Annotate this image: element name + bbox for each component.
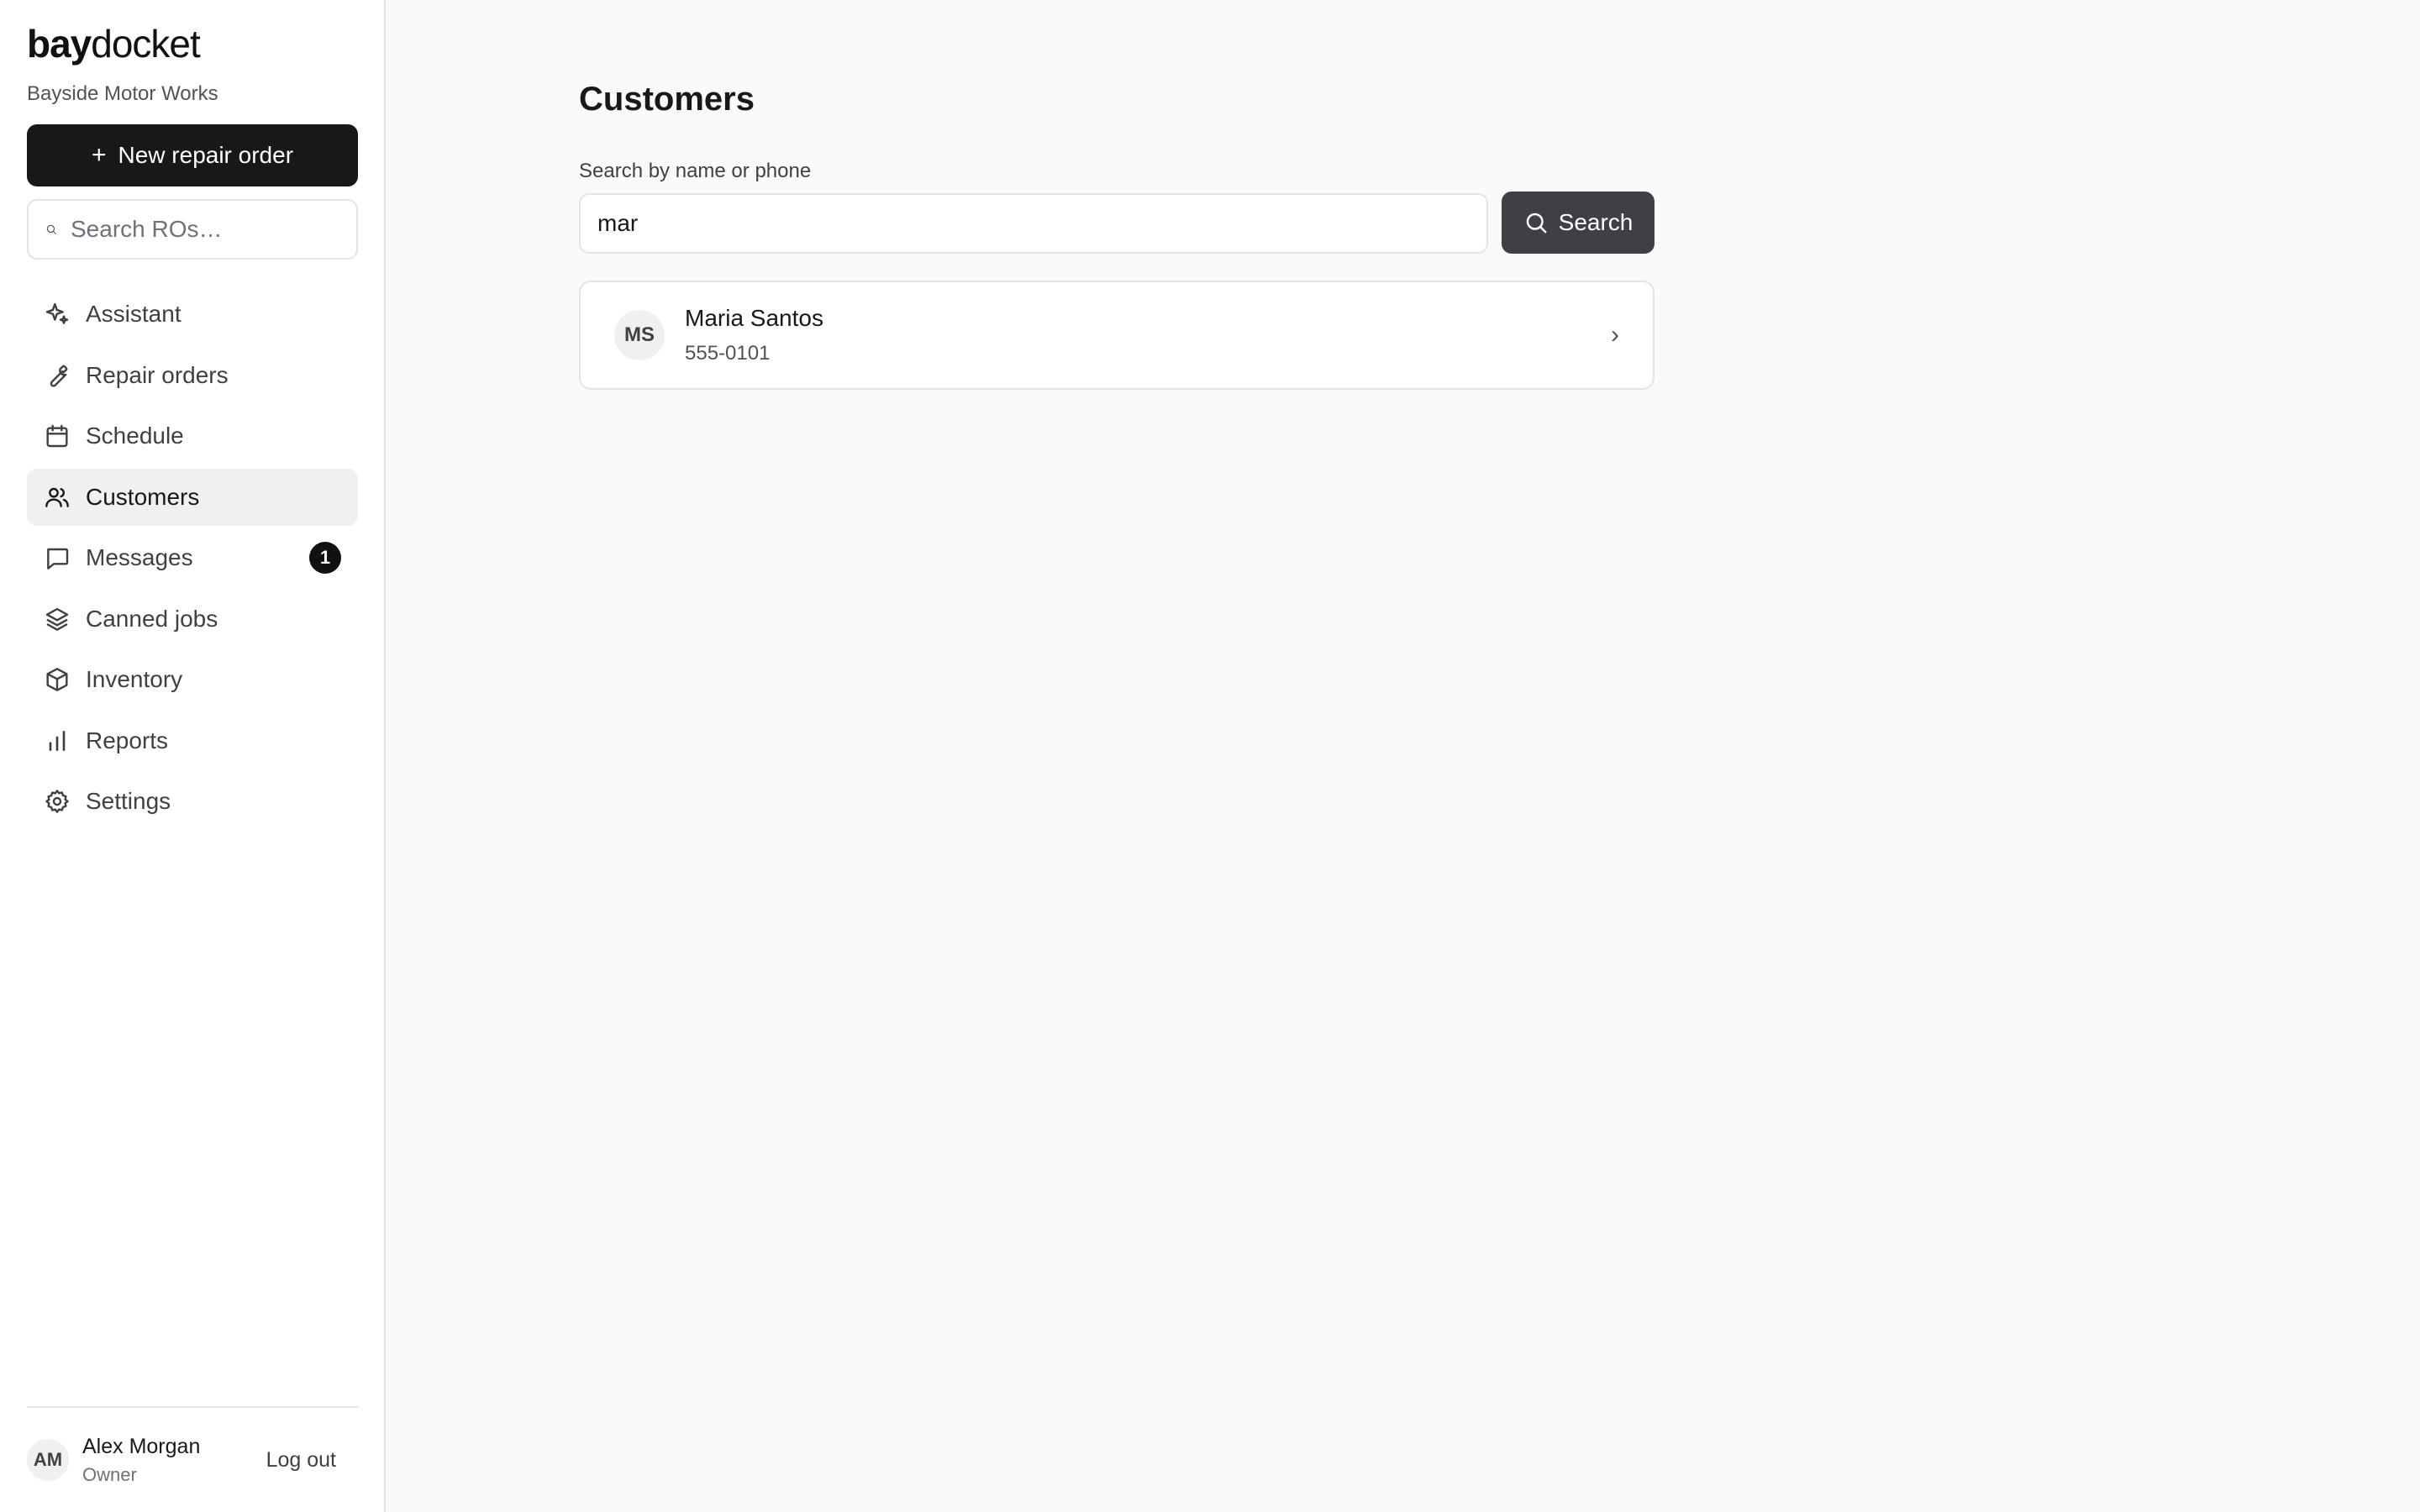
search-label: Search by name or phone <box>579 160 812 182</box>
sidebar-item-label: Customers <box>86 483 200 510</box>
sidebar-item-label: Messages <box>86 544 193 570</box>
bar-chart-icon <box>49 730 66 751</box>
customer-row[interactable]: MS Maria Santos 555-0101 › <box>581 282 1653 388</box>
message-icon <box>47 548 69 570</box>
sparkle-icon <box>45 302 69 324</box>
search-icon <box>46 224 56 234</box>
user-name: Alex Morgan <box>82 1434 201 1458</box>
layers-icon <box>45 607 69 631</box>
sidebar-item-label: Schedule <box>86 423 184 449</box>
main-content: Customers Search by name or phone Search… <box>386 0 2420 1512</box>
sidebar-item-label: Reports <box>86 727 169 753</box>
logout-button[interactable]: Log out <box>266 1448 336 1473</box>
customer-name: Maria Santos <box>685 305 823 331</box>
brand-light: docket <box>91 22 201 66</box>
sidebar-nav: Assistant Repair orders Schedule Custome… <box>27 286 358 834</box>
user-role: Owner <box>82 1463 137 1485</box>
sidebar-item-schedule[interactable]: Schedule <box>27 407 358 465</box>
brand-logo[interactable]: baydocket <box>27 20 201 67</box>
user-info: Alex Morgan Owner <box>82 1435 200 1486</box>
ro-search-input[interactable] <box>71 216 339 243</box>
sidebar-item-label: Settings <box>86 788 171 814</box>
plus-icon: + <box>91 141 107 169</box>
customer-phone: 555-0101 <box>685 342 771 365</box>
customer-info: Maria Santos 555-0101 <box>685 305 823 365</box>
customer-results-list: MS Maria Santos 555-0101 › <box>579 281 1655 390</box>
sidebar-item-messages[interactable]: Messages 1 <box>27 529 358 586</box>
shop-name: Bayside Motor Works <box>27 82 218 105</box>
wrench-icon <box>50 364 68 387</box>
sidebar: baydocket Bayside Motor Works + New repa… <box>0 0 386 1512</box>
brand-bold: bay <box>27 22 92 66</box>
customer-avatar: MS <box>614 310 665 360</box>
users-icon <box>45 487 69 507</box>
new-repair-order-button[interactable]: + New repair order <box>27 124 358 186</box>
ro-search-box[interactable] <box>27 199 358 260</box>
unread-badge: 1 <box>309 542 341 574</box>
customer-search-input[interactable] <box>579 193 1488 254</box>
sidebar-item-label: Repair orders <box>86 361 229 388</box>
sidebar-item-label: Inventory <box>86 666 183 692</box>
search-icon <box>1526 213 1547 234</box>
sidebar-item-repair-orders[interactable]: Repair orders <box>27 347 358 404</box>
app-shell: baydocket Bayside Motor Works + New repa… <box>0 0 2420 1512</box>
sidebar-item-settings[interactable]: Settings <box>27 773 358 830</box>
chevron-right-icon: › <box>1611 321 1619 349</box>
sidebar-item-assistant[interactable]: Assistant <box>27 286 358 343</box>
gear-icon <box>45 790 69 813</box>
user-avatar: AM <box>27 1439 69 1481</box>
sidebar-item-reports[interactable]: Reports <box>27 712 358 769</box>
search-button-label: Search <box>1558 209 1634 235</box>
new-repair-order-label: New repair order <box>118 142 294 168</box>
sidebar-item-label: Canned jobs <box>86 605 218 632</box>
page-title: Customers <box>579 81 755 118</box>
sidebar-item-inventory[interactable]: Inventory <box>27 651 358 708</box>
search-button[interactable]: Search <box>1502 192 1655 254</box>
user-footer: AM Alex Morgan Owner Log out <box>27 1406 358 1512</box>
calendar-icon <box>46 424 68 448</box>
sidebar-item-label: Assistant <box>86 301 182 327</box>
sidebar-item-canned-jobs[interactable]: Canned jobs <box>27 591 358 648</box>
box-icon <box>46 668 68 691</box>
sidebar-item-customers[interactable]: Customers <box>27 468 358 526</box>
